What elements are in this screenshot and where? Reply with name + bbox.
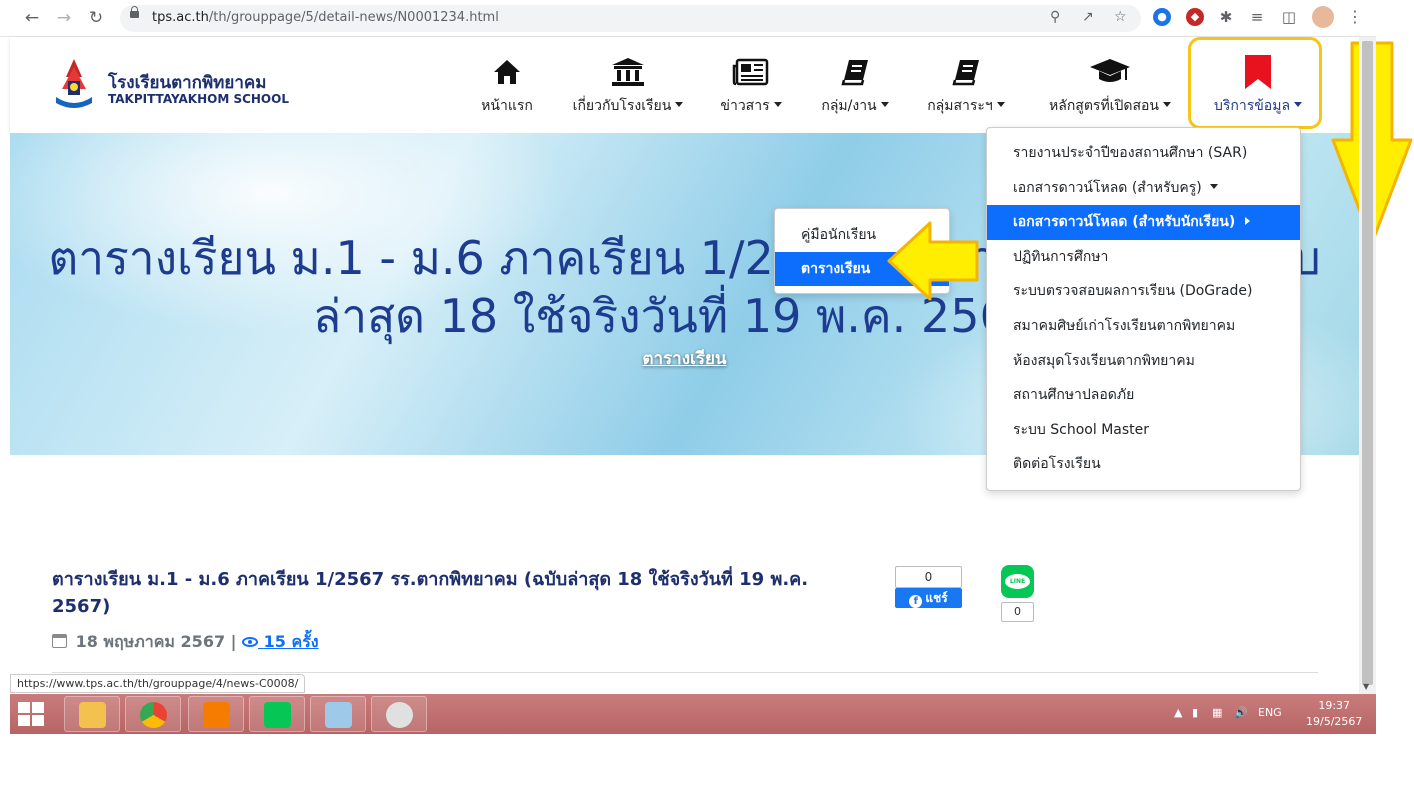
back-icon[interactable]: ← bbox=[20, 6, 44, 30]
url-path: /th/grouppage/5/detail-news/N0001234.htm… bbox=[208, 10, 499, 25]
view-count: 15 ครั้ง bbox=[263, 632, 319, 651]
article-title: ตารางเรียน ม.1 - ม.6 ภาคเรียน 1/2567 รร.… bbox=[52, 569, 809, 617]
dropdown-item-teacher-docs[interactable]: เอกสารดาวน์โหลด (สำหรับครู) bbox=[987, 171, 1300, 206]
eye-icon bbox=[242, 637, 259, 647]
dropdown-item-sar[interactable]: รายงานประจำปีของสถานศึกษา (SAR) bbox=[987, 136, 1300, 171]
lock-icon bbox=[130, 6, 139, 18]
article-meta: 18 พฤษภาคม 2567 | 15 ครั้ง bbox=[52, 630, 319, 655]
dropdown-item-contact[interactable]: ติดต่อโรงเรียน bbox=[987, 447, 1300, 482]
clock-date: 19/5/2567 bbox=[1306, 715, 1363, 728]
bank-icon bbox=[566, 55, 690, 89]
nav-news-label: ข่าวสาร bbox=[720, 98, 770, 114]
highlight-box bbox=[1188, 37, 1322, 129]
fb-share-label: แชร์ bbox=[925, 591, 948, 605]
dropdown-item-teacher-docs-label: เอกสารดาวน์โหลด (สำหรับครู) bbox=[1013, 179, 1202, 196]
reading-list-icon[interactable]: ≡ bbox=[1248, 8, 1266, 26]
facebook-icon: f bbox=[909, 595, 923, 608]
line-share-count: 0 bbox=[1001, 602, 1034, 622]
taskbar-line[interactable] bbox=[249, 696, 305, 732]
shield-extension-icon[interactable]: ◆ bbox=[1186, 8, 1204, 26]
nav-subjects[interactable]: กลุ่มสาระฯ bbox=[920, 55, 1012, 117]
dropdown-item-student-docs-label: เอกสารดาวน์โหลด (สำหรับนักเรียน) bbox=[1013, 214, 1236, 231]
tray-overflow-icon[interactable]: ▲ bbox=[1174, 706, 1182, 719]
taskbar-media[interactable] bbox=[188, 696, 244, 732]
profile-avatar[interactable] bbox=[1312, 6, 1334, 28]
media-player-icon bbox=[203, 702, 230, 728]
newspaper-icon bbox=[716, 55, 786, 89]
home-icon bbox=[478, 55, 536, 89]
calendar-icon bbox=[52, 634, 67, 648]
nav-groups[interactable]: กลุ่ม/งาน bbox=[810, 55, 900, 117]
nav-subjects-label: กลุ่มสาระฯ bbox=[927, 98, 993, 114]
arrow-left-annotation bbox=[887, 221, 979, 301]
scrollbar-thumb[interactable] bbox=[1362, 41, 1373, 685]
taskbar-clock[interactable]: 19:37 19/5/2567 bbox=[1306, 698, 1362, 730]
line-icon: LINE bbox=[1005, 574, 1030, 589]
star-icon[interactable]: ☆ bbox=[1114, 9, 1127, 25]
puzzle-icon[interactable]: ✱ bbox=[1217, 8, 1235, 26]
windows-start-icon[interactable] bbox=[18, 702, 44, 726]
dropdown-item-alumni[interactable]: สมาคมศิษย์เก่าโรงเรียนตากพิทยาคม bbox=[987, 309, 1300, 344]
school-logo[interactable] bbox=[52, 57, 96, 109]
taskbar-notebook[interactable] bbox=[310, 696, 366, 732]
fb-share-count: 0 bbox=[895, 566, 962, 588]
nav-about-label: เกี่ยวกับโรงเรียน bbox=[572, 98, 672, 114]
tray-language[interactable]: ENG bbox=[1258, 706, 1282, 719]
dropdown-item-library[interactable]: ห้องสมุดโรงเรียนตากพิทยาคม bbox=[987, 344, 1300, 379]
logo-title-en[interactable]: TAKPITTAYAKHOM SCHOOL bbox=[108, 92, 289, 106]
nav-about[interactable]: เกี่ยวกับโรงเรียน bbox=[566, 55, 690, 117]
menu-kebab-icon[interactable]: ⋮ bbox=[1346, 8, 1364, 26]
clock-time: 19:37 bbox=[1318, 699, 1351, 712]
dropdown-item-dograde[interactable]: ระบบตรวจสอบผลการเรียน (DoGrade) bbox=[987, 274, 1300, 309]
graduation-cap-icon bbox=[1040, 55, 1180, 89]
windows-taskbar: ▲ ▮ ▦ 🔊 ENG 19:37 19/5/2567 bbox=[10, 694, 1376, 734]
dropdown-item-calendar[interactable]: ปฏิทินการศึกษา bbox=[987, 240, 1300, 275]
dropdown-item-school-master[interactable]: ระบบ School Master bbox=[987, 413, 1300, 448]
nav-news[interactable]: ข่าวสาร bbox=[716, 55, 786, 117]
tray-volume-icon[interactable]: 🔊 bbox=[1234, 706, 1248, 719]
view-count-link[interactable]: 15 ครั้ง bbox=[242, 632, 319, 651]
browser-toolbar: ← → ↻ tps.ac.th/th/grouppage/5/detail-ne… bbox=[0, 0, 1376, 37]
scroll-down-icon[interactable]: ▼ bbox=[1363, 682, 1369, 691]
notebook-icon bbox=[325, 702, 352, 728]
site-header: โรงเรียนตากพิทยาคม TAKPITTAYAKHOM SCHOOL… bbox=[10, 37, 1359, 133]
content-divider bbox=[52, 672, 1318, 673]
facebook-share: 0 f แชร์ bbox=[895, 566, 962, 609]
url-host: tps.ac.th bbox=[152, 10, 209, 25]
tray-network-icon[interactable]: ▦ bbox=[1212, 706, 1222, 719]
line-app-icon bbox=[264, 702, 291, 728]
status-bar-url: https://www.tps.ac.th/th/grouppage/4/new… bbox=[10, 674, 306, 693]
share-icon[interactable]: ↗ bbox=[1082, 9, 1094, 25]
zoom-icon[interactable]: ⚲ bbox=[1050, 9, 1060, 25]
folder-icon bbox=[79, 702, 106, 728]
nav-home-label: หน้าแรก bbox=[481, 98, 533, 114]
extension-icon[interactable]: ● bbox=[1153, 8, 1171, 26]
nav-groups-label: กลุ่ม/งาน bbox=[821, 98, 877, 114]
dropdown-item-student-docs[interactable]: เอกสารดาวน์โหลด (สำหรับนักเรียน) bbox=[987, 205, 1300, 240]
book-icon bbox=[810, 55, 900, 89]
dropdown-item-safe-school[interactable]: สถานศึกษาปลอดภัย bbox=[987, 378, 1300, 413]
article-date: 18 พฤษภาคม 2567 bbox=[75, 632, 226, 651]
side-panel-icon[interactable]: ◫ bbox=[1280, 8, 1298, 26]
meta-separator: | bbox=[230, 632, 237, 651]
taskbar-chrome[interactable] bbox=[125, 696, 181, 732]
book-icon bbox=[920, 55, 1012, 89]
line-share-button[interactable]: LINE bbox=[1001, 565, 1034, 598]
caret-down-icon bbox=[1209, 183, 1218, 189]
address-bar[interactable]: tps.ac.th/th/grouppage/5/detail-news/N00… bbox=[120, 5, 1141, 32]
services-dropdown: รายงานประจำปีของสถานศึกษา (SAR) เอกสารดา… bbox=[986, 127, 1301, 491]
caret-right-icon bbox=[1245, 217, 1251, 226]
taskbar-explorer[interactable] bbox=[64, 696, 120, 732]
nav-curriculum[interactable]: หลักสูตรที่เปิดสอน bbox=[1040, 55, 1180, 117]
taskbar-paint[interactable] bbox=[371, 696, 427, 732]
chrome-icon bbox=[140, 702, 167, 728]
tray-battery-icon[interactable]: ▮ bbox=[1192, 706, 1198, 719]
nav-home[interactable]: หน้าแรก bbox=[478, 55, 536, 117]
forward-icon[interactable]: → bbox=[52, 6, 76, 30]
nav-curriculum-label: หลักสูตรที่เปิดสอน bbox=[1049, 98, 1159, 114]
reload-icon[interactable]: ↻ bbox=[84, 6, 108, 30]
paint-icon bbox=[386, 702, 413, 728]
fb-share-button[interactable]: f แชร์ bbox=[895, 588, 962, 608]
page-scrollbar[interactable]: ▼ bbox=[1359, 37, 1376, 694]
